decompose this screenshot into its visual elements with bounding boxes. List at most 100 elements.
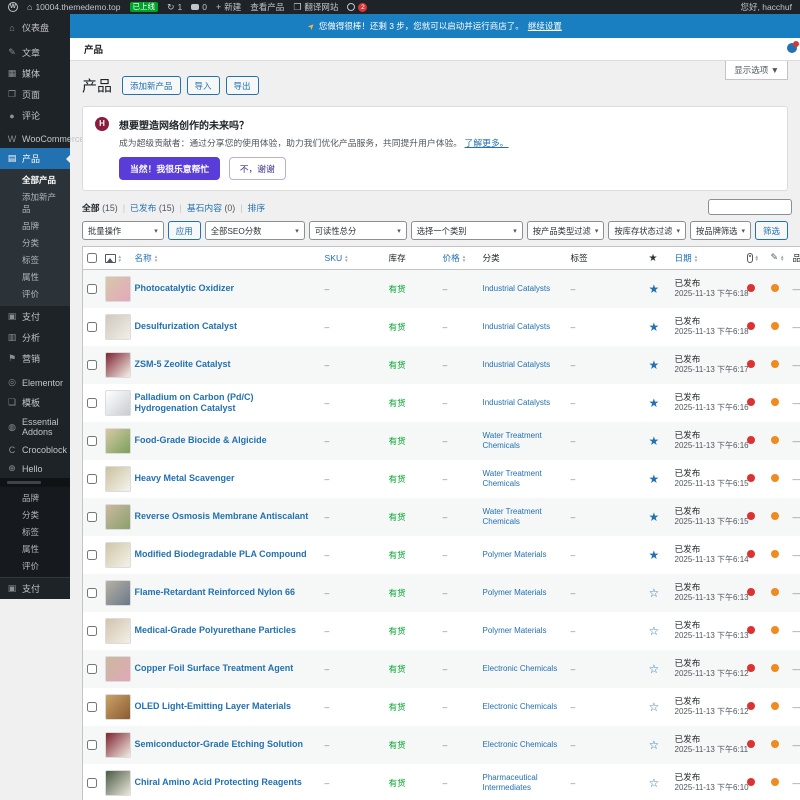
col-header-seo[interactable]: ▲ ▼: [742, 246, 767, 270]
sidebar-item-essential-addons[interactable]: ◍ Essential Addons: [0, 413, 70, 441]
product-name-link[interactable]: Flame-Retardant Reinforced Nylon 66: [135, 587, 296, 598]
site-name-link[interactable]: ⌂ 10004.themedemo.top: [27, 2, 121, 12]
product-thumbnail[interactable]: [104, 542, 131, 568]
sidebar-item-analytics[interactable]: ▥ 分析: [0, 327, 70, 348]
submenu-item[interactable]: 全部产品: [0, 171, 70, 188]
sidebar-item-crocoblock[interactable]: C Crocoblock: [0, 441, 70, 459]
featured-star-toggle[interactable]: ☆: [649, 700, 660, 714]
row-checkbox[interactable]: [87, 626, 97, 637]
col-header-price[interactable]: 价格 ▲ ▼: [438, 246, 479, 270]
search-products-input[interactable]: [708, 199, 792, 215]
product-name-link[interactable]: Palladium on Carbon (Pd/C) Hydrogenation…: [135, 392, 317, 415]
sidebar-item-elementor[interactable]: ◎ Elementor: [0, 373, 70, 392]
category-filter[interactable]: 选择一个类别 ▾: [410, 221, 523, 240]
product-type-filter[interactable]: 按产品类型过滤 ▾: [526, 221, 605, 240]
col-header-date[interactable]: 日期 ▲ ▼: [670, 246, 743, 270]
product-thumbnail[interactable]: [104, 770, 131, 796]
row-checkbox[interactable]: [87, 740, 97, 751]
row-checkbox[interactable]: [87, 360, 97, 371]
flyout-item[interactable]: 属性: [0, 540, 70, 557]
category-link[interactable]: Polymer Materials: [483, 626, 547, 636]
col-header-readability[interactable]: ✎ ▲ ▼: [766, 246, 789, 270]
featured-star-toggle[interactable]: ★: [649, 396, 660, 410]
activity-panel-icon[interactable]: [787, 41, 799, 53]
category-link[interactable]: Industrial Catalysts: [483, 360, 551, 370]
product-name-link[interactable]: Chiral Amino Acid Protecting Reagents: [135, 777, 302, 788]
featured-star-toggle[interactable]: ☆: [649, 662, 660, 676]
add-product-button[interactable]: 添加新产品: [122, 76, 181, 95]
submenu-item[interactable]: 标签: [0, 251, 70, 268]
flyout-item[interactable]: 品牌: [0, 489, 70, 506]
continue-setup-link[interactable]: 继续设置: [528, 20, 562, 32]
category-link[interactable]: Electronic Chemicals: [483, 664, 558, 674]
stock-status-filter[interactable]: 按库存状态过滤 ▾: [608, 221, 686, 240]
sidebar-item-payments[interactable]: ▣ 支付: [0, 306, 70, 327]
sidebar-item-dashboard[interactable]: ⌂ 仪表盘: [0, 17, 70, 38]
readability-filter[interactable]: 可读性总分 ▾: [308, 221, 407, 240]
row-checkbox[interactable]: [87, 474, 97, 485]
learn-more-link[interactable]: 了解更多。: [465, 138, 509, 148]
sidebar-item-woocommerce[interactable]: W WooCommerce: [0, 130, 85, 148]
row-checkbox[interactable]: [87, 702, 97, 713]
row-checkbox[interactable]: [87, 512, 97, 523]
product-thumbnail[interactable]: [104, 428, 131, 454]
sidebar-item-media[interactable]: ▦ 媒体: [0, 63, 70, 84]
featured-star-toggle[interactable]: ★: [649, 548, 660, 562]
view-已发布[interactable]: 已发布 (15): [130, 201, 175, 214]
col-header-sku[interactable]: SKU ▲ ▼: [320, 246, 385, 270]
featured-star-toggle[interactable]: ★: [649, 472, 660, 486]
product-name-link[interactable]: Copper Foil Surface Treatment Agent: [135, 663, 294, 674]
updates-link[interactable]: ↻ 1: [167, 2, 182, 12]
flyout-item[interactable]: 标签: [0, 523, 70, 540]
featured-star-toggle[interactable]: ★: [649, 510, 660, 524]
product-name-link[interactable]: OLED Light-Emitting Layer Materials: [135, 701, 292, 712]
survey-accept-button[interactable]: 当然！我很乐意帮忙: [119, 157, 221, 180]
flyout-item[interactable]: 分类: [0, 506, 70, 523]
submenu-item[interactable]: 属性: [0, 268, 70, 285]
product-thumbnail[interactable]: [104, 732, 131, 758]
sidebar-item-products[interactable]: ▤ 产品: [0, 148, 70, 169]
bulk-actions-select[interactable]: 批量操作 ▾: [82, 221, 164, 240]
submenu-item[interactable]: 分类: [0, 234, 70, 251]
new-content-link[interactable]: + 新建: [216, 1, 241, 13]
category-link[interactable]: Water Treatment Chemicals: [483, 469, 563, 490]
product-thumbnail[interactable]: [104, 694, 131, 720]
filter-button[interactable]: 筛选: [754, 221, 788, 240]
select-all-checkbox[interactable]: [87, 253, 97, 264]
sidebar-item-marketing[interactable]: ⚑ 营销: [0, 348, 70, 369]
featured-star-toggle[interactable]: ★: [649, 358, 660, 372]
featured-star-toggle[interactable]: ☆: [649, 738, 660, 752]
category-link[interactable]: Water Treatment Chemicals: [483, 507, 563, 528]
category-link[interactable]: Pharmaceutical Intermediates: [483, 773, 563, 794]
plugin-notifications[interactable]: 2: [347, 2, 368, 12]
sidebar-item-payments-bottom[interactable]: ▣ 支付: [0, 577, 70, 599]
row-checkbox[interactable]: [87, 778, 97, 789]
view-排序[interactable]: 排序: [248, 201, 266, 214]
col-header-image[interactable]: ▲ ▼: [100, 246, 131, 270]
wordpress-logo-icon[interactable]: W: [8, 2, 18, 12]
category-link[interactable]: Industrial Catalysts: [483, 284, 551, 294]
sidebar-item-hello[interactable]: ⊕ Hello: [0, 459, 70, 478]
product-name-link[interactable]: Semiconductor-Grade Etching Solution: [135, 739, 304, 750]
col-header-name[interactable]: 名称 ▲ ▼: [130, 246, 321, 270]
category-link[interactable]: Electronic Chemicals: [483, 740, 558, 750]
submenu-item[interactable]: 评价: [0, 285, 70, 302]
category-link[interactable]: Industrial Catalysts: [483, 398, 551, 408]
product-name-link[interactable]: ZSM-5 Zeolite Catalyst: [135, 359, 231, 370]
view-products-link[interactable]: 查看产品: [250, 1, 284, 13]
row-checkbox[interactable]: [87, 322, 97, 333]
comments-link[interactable]: 0: [191, 2, 207, 12]
featured-star-toggle[interactable]: ☆: [649, 776, 660, 790]
product-name-link[interactable]: Food-Grade Biocide & Algicide: [135, 435, 267, 446]
screen-options-tab[interactable]: 显示选项 ▼: [725, 61, 788, 80]
featured-star-toggle[interactable]: ☆: [649, 586, 660, 600]
col-header-cb[interactable]: [82, 246, 101, 270]
product-name-link[interactable]: Medical-Grade Polyurethane Particles: [135, 625, 297, 636]
brand-filter[interactable]: 按品牌筛选 ▾: [689, 221, 751, 240]
category-link[interactable]: Polymer Materials: [483, 588, 547, 598]
featured-star-toggle[interactable]: ★: [649, 320, 660, 334]
featured-star-toggle[interactable]: ★: [649, 434, 660, 448]
product-thumbnail[interactable]: [104, 352, 131, 378]
product-thumbnail[interactable]: [104, 314, 131, 340]
flyout-item[interactable]: 评价: [0, 557, 70, 574]
